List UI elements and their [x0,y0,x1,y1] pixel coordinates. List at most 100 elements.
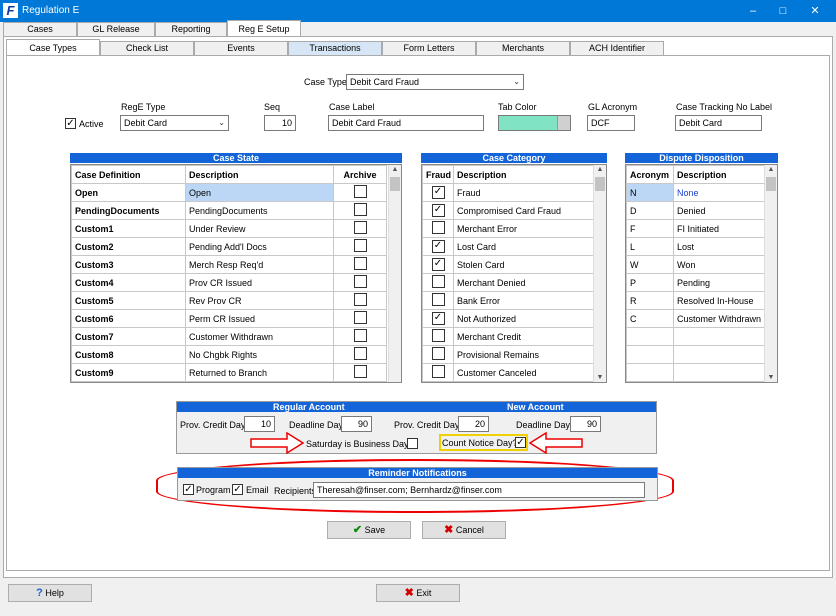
description-cell[interactable]: PendingDocuments [185,201,334,220]
fraud-checkbox[interactable] [431,258,445,271]
description-cell[interactable]: Won [673,255,765,274]
scroll-thumb[interactable] [766,177,776,191]
tab-gl-release[interactable]: GL Release [77,22,155,36]
dispute-disposition-grid[interactable]: Acronym Description N None D Denied F FI In… [625,164,778,383]
new-prov-credit-input[interactable]: 20 [458,416,489,432]
tab-ach-identifier[interactable]: ACH Identifier [570,41,664,55]
description-cell[interactable]: Provisional Remains [453,345,594,364]
archive-checkbox[interactable] [353,275,367,288]
table-row[interactable]: F FI Initiated [626,219,765,238]
table-row[interactable]: Lost Card [422,237,594,256]
description-cell[interactable]: Merchant Denied [453,273,594,292]
recipients-input[interactable]: Theresah@finser.com; Bernhardz@finser.co… [313,482,645,498]
fraud-checkbox[interactable] [431,186,445,199]
col-archive[interactable]: Archive [333,165,387,184]
acronym-cell[interactable]: D [626,201,674,220]
tab-reporting[interactable]: Reporting [155,22,227,36]
fraud-checkbox[interactable] [431,204,445,217]
tab-check-list[interactable]: Check List [100,41,194,55]
description-cell[interactable]: Merchant Credit [453,327,594,346]
col-case-definition[interactable]: Case Definition [71,165,186,184]
acronym-cell[interactable] [626,363,674,382]
maximize-icon[interactable]: □ [768,2,798,20]
description-cell[interactable]: Pending [673,273,765,292]
table-row[interactable]: Not Authorized [422,309,594,328]
acronym-cell[interactable]: W [626,255,674,274]
description-cell[interactable]: Stolen Card [453,255,594,274]
acronym-cell[interactable] [626,327,674,346]
tab-case-types[interactable]: Case Types [6,39,100,55]
archive-checkbox[interactable] [353,329,367,342]
table-row[interactable]: N None [626,183,765,202]
table-row[interactable]: Custom4 Prov CR Issued [71,273,387,292]
exit-button[interactable]: ✖ Exit [376,584,460,602]
description-cell[interactable]: Open [185,183,334,202]
description-cell[interactable]: Merch Resp Req'd [185,255,334,274]
fraud-checkbox[interactable] [431,275,445,288]
acronym-cell[interactable]: F [626,219,674,238]
regular-prov-credit-input[interactable]: 10 [244,416,275,432]
table-row[interactable]: Open Open [71,183,387,202]
description-cell[interactable]: Customer Withdrawn [185,327,334,346]
description-cell[interactable]: Prov CR Issued [185,273,334,292]
tab-form-letters[interactable]: Form Letters [382,41,476,55]
count-notice-day-checkbox[interactable] [515,437,526,448]
table-row[interactable] [626,327,765,346]
archive-checkbox[interactable] [353,185,367,198]
description-cell[interactable]: Bank Error [453,291,594,310]
tab-events[interactable]: Events [194,41,288,55]
case-category-grid[interactable]: Fraud Description Fraud Compromised Card… [421,164,607,383]
table-row[interactable]: Custom6 Perm CR Issued [71,309,387,328]
description-cell[interactable]: Lost Card [453,237,594,256]
description-cell[interactable]: Returned to Branch [185,363,334,382]
cancel-button[interactable]: ✖ Cancel [422,521,506,539]
table-row[interactable]: Custom8 No Chgbk Rights [71,345,387,364]
table-row[interactable]: R Resolved In-House [626,291,765,310]
acronym-cell[interactable]: C [626,309,674,328]
description-cell[interactable]: Perm CR Issued [185,309,334,328]
fraud-checkbox[interactable] [431,293,445,306]
table-row[interactable]: Provisional Remains [422,345,594,364]
case-type-select[interactable]: Debit Card Fraud ⌄ [346,74,524,90]
scroll-thumb[interactable] [595,177,605,191]
case-state-scrollbar[interactable]: ▲ [388,165,401,382]
tab-color-picker[interactable] [498,115,571,131]
gl-acronym-input[interactable]: DCF [587,115,635,131]
col-fraud[interactable]: Fraud [422,165,454,184]
fraud-checkbox[interactable] [431,221,445,234]
description-cell[interactable]: Compromised Card Fraud [453,201,594,220]
description-cell[interactable]: No Chgbk Rights [185,345,334,364]
scroll-up-icon[interactable]: ▲ [765,166,777,173]
archive-checkbox[interactable] [353,203,367,216]
col-description[interactable]: Description [185,165,334,184]
scroll-up-icon[interactable]: ▲ [594,166,606,173]
case-label-input[interactable]: Debit Card Fraud [328,115,484,131]
case-state-grid[interactable]: Case Definition Description Archive Open… [70,164,402,383]
table-row[interactable]: Merchant Denied [422,273,594,292]
regular-deadline-input[interactable]: 90 [341,416,372,432]
tab-rege-setup[interactable]: Reg E Setup [227,20,301,36]
tracking-label-input[interactable]: Debit Card [675,115,762,131]
fraud-checkbox[interactable] [431,240,445,253]
col-acronym[interactable]: Acronym [626,165,674,184]
description-cell[interactable]: Merchant Error [453,219,594,238]
scroll-down-icon[interactable]: ▼ [594,374,606,381]
tab-cases[interactable]: Cases [3,22,77,36]
acronym-cell[interactable]: L [626,237,674,256]
table-row[interactable]: Custom7 Customer Withdrawn [71,327,387,346]
table-row[interactable]: Custom9 Returned to Branch [71,363,387,382]
email-checkbox[interactable] [232,484,243,495]
archive-checkbox[interactable] [353,293,367,306]
table-row[interactable]: L Lost [626,237,765,256]
minimize-icon[interactable]: – [738,2,768,20]
table-row[interactable]: P Pending [626,273,765,292]
fraud-checkbox[interactable] [431,329,445,342]
archive-checkbox[interactable] [353,221,367,234]
description-cell[interactable]: Fraud [453,183,594,202]
save-button[interactable]: ✔ Save [327,521,411,539]
description-cell[interactable] [673,327,765,346]
fraud-checkbox[interactable] [431,365,445,378]
table-row[interactable]: Stolen Card [422,255,594,274]
dispute-disposition-scrollbar[interactable]: ▲ ▼ [764,165,777,382]
close-icon[interactable]: ✕ [800,2,830,20]
